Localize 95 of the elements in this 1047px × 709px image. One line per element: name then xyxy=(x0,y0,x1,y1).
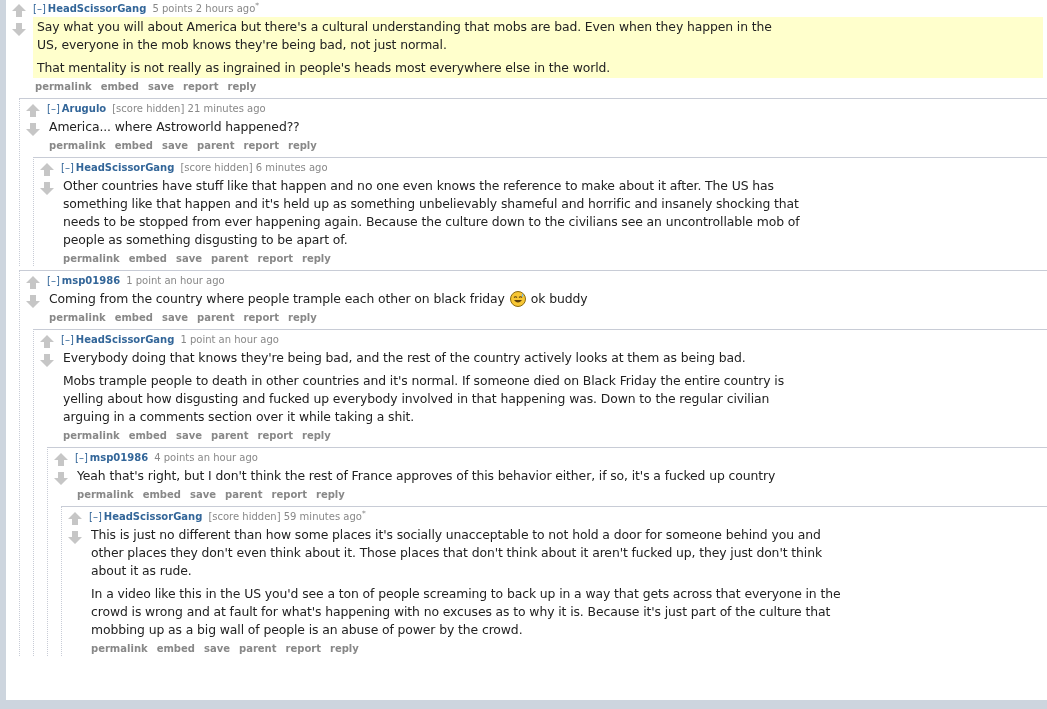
action-link[interactable]: save xyxy=(162,311,188,325)
action-link[interactable]: report xyxy=(285,642,321,656)
comment-text: Coming from the country where people trample each other on black friday xyxy=(49,290,505,308)
action-link[interactable]: reply xyxy=(227,80,257,94)
comment-text: Yeah that's right, but I don't think the rest of France approves of this behavior either, if so, it's a fucked up country xyxy=(77,467,777,485)
collapse-link[interactable]: [–] xyxy=(47,103,60,114)
action-link[interactable]: embed xyxy=(128,429,167,443)
action-link[interactable]: embed xyxy=(156,642,195,656)
action-link[interactable]: save xyxy=(176,252,202,266)
action-link[interactable]: report xyxy=(183,80,219,94)
action-link[interactable]: report xyxy=(271,488,307,502)
collapse-link[interactable]: [–] xyxy=(75,452,88,463)
action-link[interactable]: permalink xyxy=(63,252,120,266)
downvote-icon[interactable] xyxy=(26,123,40,136)
score-text: 1 point xyxy=(126,275,162,286)
collapse-link[interactable]: [–] xyxy=(47,275,60,286)
comment-text: Mobs trample people to death in other countries and it's normal. If someone died on Black Friday the entire country is yelling about how disgusting and fucked up everybody involved in that happening was. Down to the regular civilian arguing in a comments section over it while taking a shit. xyxy=(63,372,785,426)
comment-text: That mentality is not really as ingrained in people's heads most everywhere else in the world. xyxy=(37,59,612,77)
action-link[interactable]: permalink xyxy=(49,139,106,153)
collapse-link[interactable]: [–] xyxy=(61,162,74,173)
comment-text: In a video like this in the US you'd see a ton of people screaming to back up in a way that gets across that everyone in the crowd is wrong and at fault for what's happening with no excuses as to why it is. Because it's just part of the culture that mobbing up as a big wall of people is an abuse of power by the crowd. xyxy=(91,585,842,639)
author-link[interactable]: msp01986 xyxy=(89,452,149,463)
comment-text: Other countries have stuff like that happen and no one even knows the reference to make about it after. The US has something like that happen and it's held up as something unbelievably shameful and horrific and insanely shocking that needs to be stopped from ever happening again. Because the culture down to the civilians see an uncontrollable mob of people as something disgusting to be apart of. xyxy=(63,177,801,249)
timestamp: 6 minutes ago xyxy=(255,162,328,173)
action-link[interactable]: reply xyxy=(288,311,317,325)
action-link[interactable]: parent xyxy=(211,429,249,443)
score-text: 4 points xyxy=(154,452,195,463)
comment-text: Everybody doing that knows they're being bad, and the rest of the country actively looks at them as being bad. xyxy=(63,349,747,367)
action-link[interactable]: reply xyxy=(316,488,345,502)
action-link[interactable]: permalink xyxy=(91,642,148,656)
action-link[interactable]: save xyxy=(176,429,202,443)
smiling-face-icon xyxy=(509,291,526,307)
action-link[interactable]: report xyxy=(243,311,279,325)
upvote-icon[interactable] xyxy=(54,453,68,466)
action-link[interactable]: embed xyxy=(142,488,181,502)
author-link[interactable]: HeadScissorGang xyxy=(47,3,147,14)
action-link[interactable]: save xyxy=(148,80,174,94)
author-link[interactable]: Arugulo xyxy=(61,103,107,114)
action-link[interactable]: reply xyxy=(302,429,331,443)
action-link[interactable]: save xyxy=(204,642,230,656)
downvote-icon[interactable] xyxy=(54,472,68,485)
score-text: 5 points xyxy=(152,3,193,14)
comment-text: America... where Astroworld happened?? xyxy=(49,118,301,136)
action-link[interactable]: save xyxy=(190,488,216,502)
timestamp: an hour ago xyxy=(218,334,279,345)
action-link[interactable]: parent xyxy=(211,252,249,266)
upvote-icon[interactable] xyxy=(40,335,54,348)
author-link[interactable]: HeadScissorGang xyxy=(103,511,203,522)
action-link[interactable]: parent xyxy=(197,139,235,153)
comment-text: This is just no different than how some places it's socially unacceptable to not hold a door for someone behind you and other places they don't even think about it. Those places that don't think about it aren't fucked up, they just don't think about it as rude. xyxy=(91,526,823,580)
score-text: [score hidden] xyxy=(180,162,253,173)
action-link[interactable]: embed xyxy=(100,80,139,94)
action-link[interactable]: permalink xyxy=(63,429,120,443)
downvote-icon[interactable] xyxy=(40,182,54,195)
action-link[interactable]: report xyxy=(243,139,279,153)
upvote-icon[interactable] xyxy=(40,163,54,176)
action-link[interactable]: embed xyxy=(114,311,153,325)
downvote-icon[interactable] xyxy=(40,354,54,367)
action-link[interactable]: parent xyxy=(225,488,263,502)
action-link[interactable]: parent xyxy=(197,311,235,325)
action-link[interactable]: embed xyxy=(128,252,167,266)
action-link[interactable]: reply xyxy=(302,252,331,266)
action-link[interactable]: embed xyxy=(114,139,153,153)
downvote-icon[interactable] xyxy=(68,531,82,544)
score-text: 1 point xyxy=(180,334,216,345)
upvote-icon[interactable] xyxy=(26,104,40,117)
action-link[interactable]: report xyxy=(257,429,293,443)
downvote-icon[interactable] xyxy=(12,23,26,36)
score-text: [score hidden] xyxy=(112,103,185,114)
timestamp: 59 minutes ago$^{*}$ xyxy=(283,511,366,522)
collapse-link[interactable]: [–] xyxy=(89,511,102,522)
upvote-icon[interactable] xyxy=(12,4,26,17)
author-link[interactable]: HeadScissorGang xyxy=(75,334,175,345)
action-link[interactable]: reply xyxy=(330,642,359,656)
action-link[interactable]: parent xyxy=(239,642,277,656)
author-link[interactable]: HeadScissorGang xyxy=(75,162,175,173)
collapse-link[interactable]: [–] xyxy=(61,334,74,345)
action-link[interactable]: reply xyxy=(288,139,317,153)
action-link[interactable]: permalink xyxy=(35,80,92,94)
upvote-icon[interactable] xyxy=(68,512,82,525)
collapse-link[interactable]: [–] xyxy=(33,3,46,14)
comment-text: Say what you will about America but there's a cultural understanding that mobs are bad. Even when they happen in the US, everyone in the mob knows they're being bad, not just normal. xyxy=(37,18,773,54)
upvote-icon[interactable] xyxy=(26,276,40,289)
action-link[interactable]: permalink xyxy=(49,311,106,325)
comment-text: ok buddy xyxy=(530,290,588,308)
downvote-icon[interactable] xyxy=(26,295,40,308)
timestamp: an hour ago xyxy=(197,452,258,463)
timestamp: 21 minutes ago xyxy=(187,103,266,114)
action-link[interactable]: save xyxy=(162,139,188,153)
author-link[interactable]: msp01986 xyxy=(61,275,121,286)
timestamp: an hour ago xyxy=(164,275,225,286)
timestamp: 2 hours ago$^{*}$ xyxy=(195,3,259,14)
score-text: [score hidden] xyxy=(208,511,281,522)
action-link[interactable]: report xyxy=(257,252,293,266)
action-link[interactable]: permalink xyxy=(77,488,134,502)
